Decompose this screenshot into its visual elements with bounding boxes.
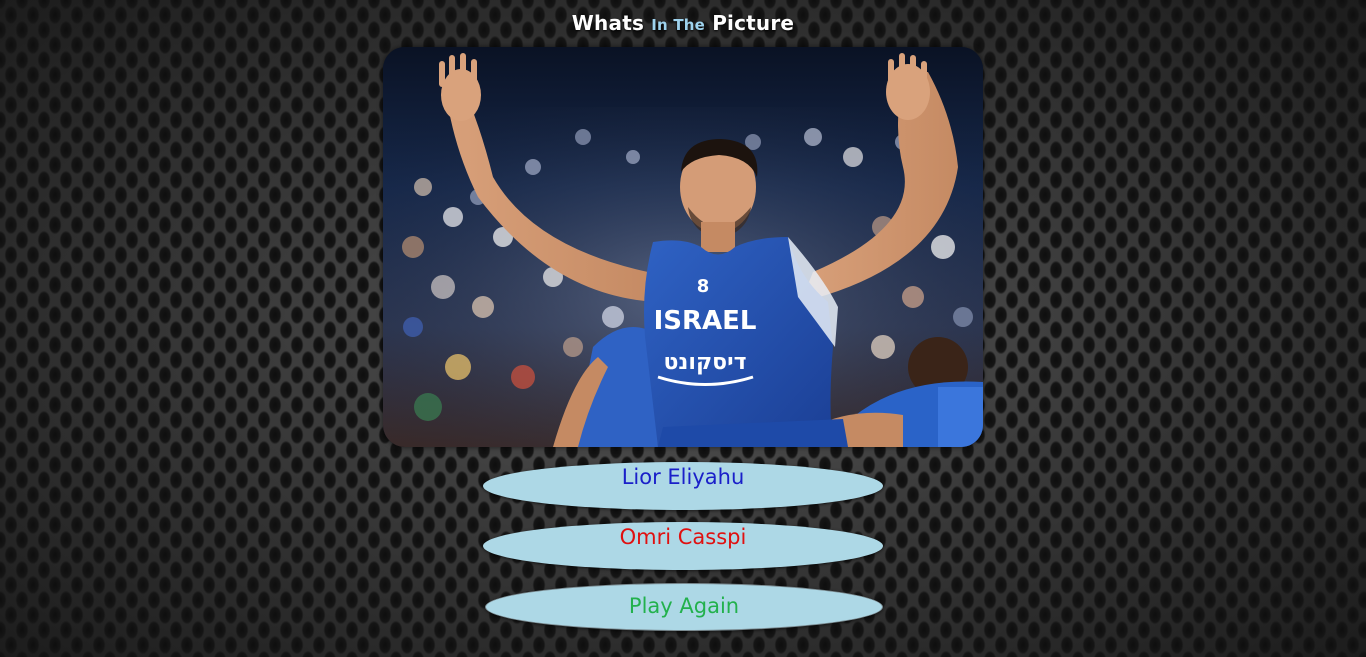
title-part-in-the: In The — [651, 16, 706, 34]
jersey-sponsor: דיסקונט — [663, 350, 746, 375]
title-part-picture: Picture — [712, 11, 795, 35]
answer-label-2: Omri Casspi — [619, 525, 747, 549]
answer-button-2[interactable]: Omri Casspi — [483, 522, 883, 570]
play-again-button[interactable]: Play Again — [485, 583, 883, 631]
answer-label-1: Lior Eliyahu — [621, 465, 745, 489]
page-title: Whats In The Picture — [0, 11, 1366, 35]
answer-button-1[interactable]: Lior Eliyahu — [483, 462, 883, 510]
quiz-picture: 8 ISRAEL דיסקונט — [383, 47, 983, 447]
basketball-player-image: 8 ISRAEL דיסקונט — [383, 47, 983, 447]
jersey-text: ISRAEL — [654, 306, 757, 336]
jersey-number: 8 — [697, 276, 710, 297]
title-part-whats: Whats — [571, 11, 645, 35]
play-again-label: Play Again — [628, 594, 740, 618]
